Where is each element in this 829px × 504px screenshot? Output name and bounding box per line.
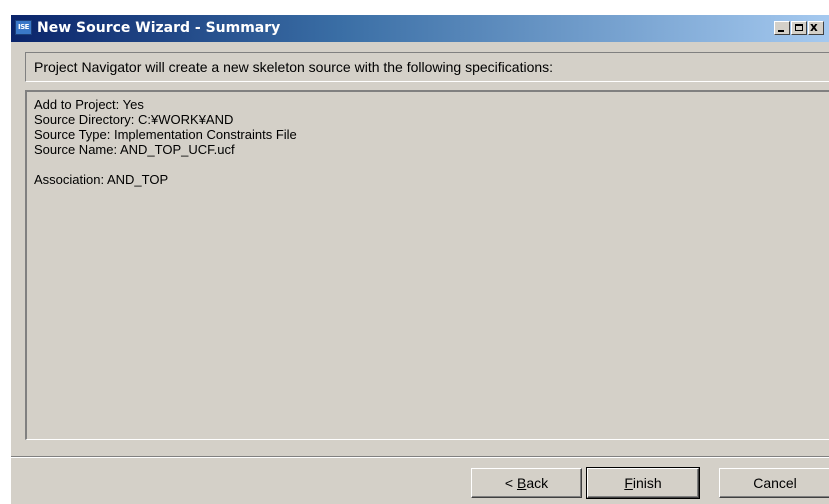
source-name-line: Source Name: AND_TOP_UCF.ucf bbox=[34, 142, 235, 157]
cancel-button[interactable]: Cancel bbox=[719, 468, 829, 498]
close-icon: x bbox=[810, 20, 818, 34]
back-button-mnemonic: B bbox=[516, 474, 527, 491]
minimize-button[interactable] bbox=[774, 21, 790, 35]
source-type-line: Source Type: Implementation Constraints … bbox=[34, 127, 297, 142]
summary-panel: Add to Project: Yes Source Directory: C:… bbox=[25, 90, 829, 440]
close-button[interactable]: x bbox=[808, 20, 824, 35]
back-button-rest: ack bbox=[526, 474, 549, 491]
minimize-icon bbox=[778, 30, 784, 32]
window-title: New Source Wizard - Summary bbox=[37, 20, 281, 36]
finish-button[interactable]: Finish bbox=[586, 467, 700, 499]
wizard-window: ISE New Source Wizard - Summary x Projec… bbox=[10, 14, 829, 504]
finish-button-mnemonic: F bbox=[624, 474, 633, 491]
title-bar[interactable]: ISE New Source Wizard - Summary x bbox=[11, 15, 829, 42]
button-bar-divider bbox=[11, 456, 829, 458]
maximize-button[interactable] bbox=[791, 21, 807, 35]
association-line: Association: AND_TOP bbox=[34, 172, 169, 187]
add-to-project-line: Add to Project: Yes bbox=[34, 97, 144, 112]
back-button-prefix: < bbox=[504, 474, 517, 491]
summary-header-text: Project Navigator will create a new skel… bbox=[25, 52, 829, 82]
source-directory-line: Source Directory: C:¥WORK¥AND bbox=[34, 112, 234, 127]
finish-button-rest: inish bbox=[632, 474, 662, 491]
ise-app-icon[interactable]: ISE bbox=[15, 20, 32, 35]
back-button[interactable]: < Back bbox=[471, 468, 582, 498]
maximize-icon bbox=[795, 24, 803, 31]
